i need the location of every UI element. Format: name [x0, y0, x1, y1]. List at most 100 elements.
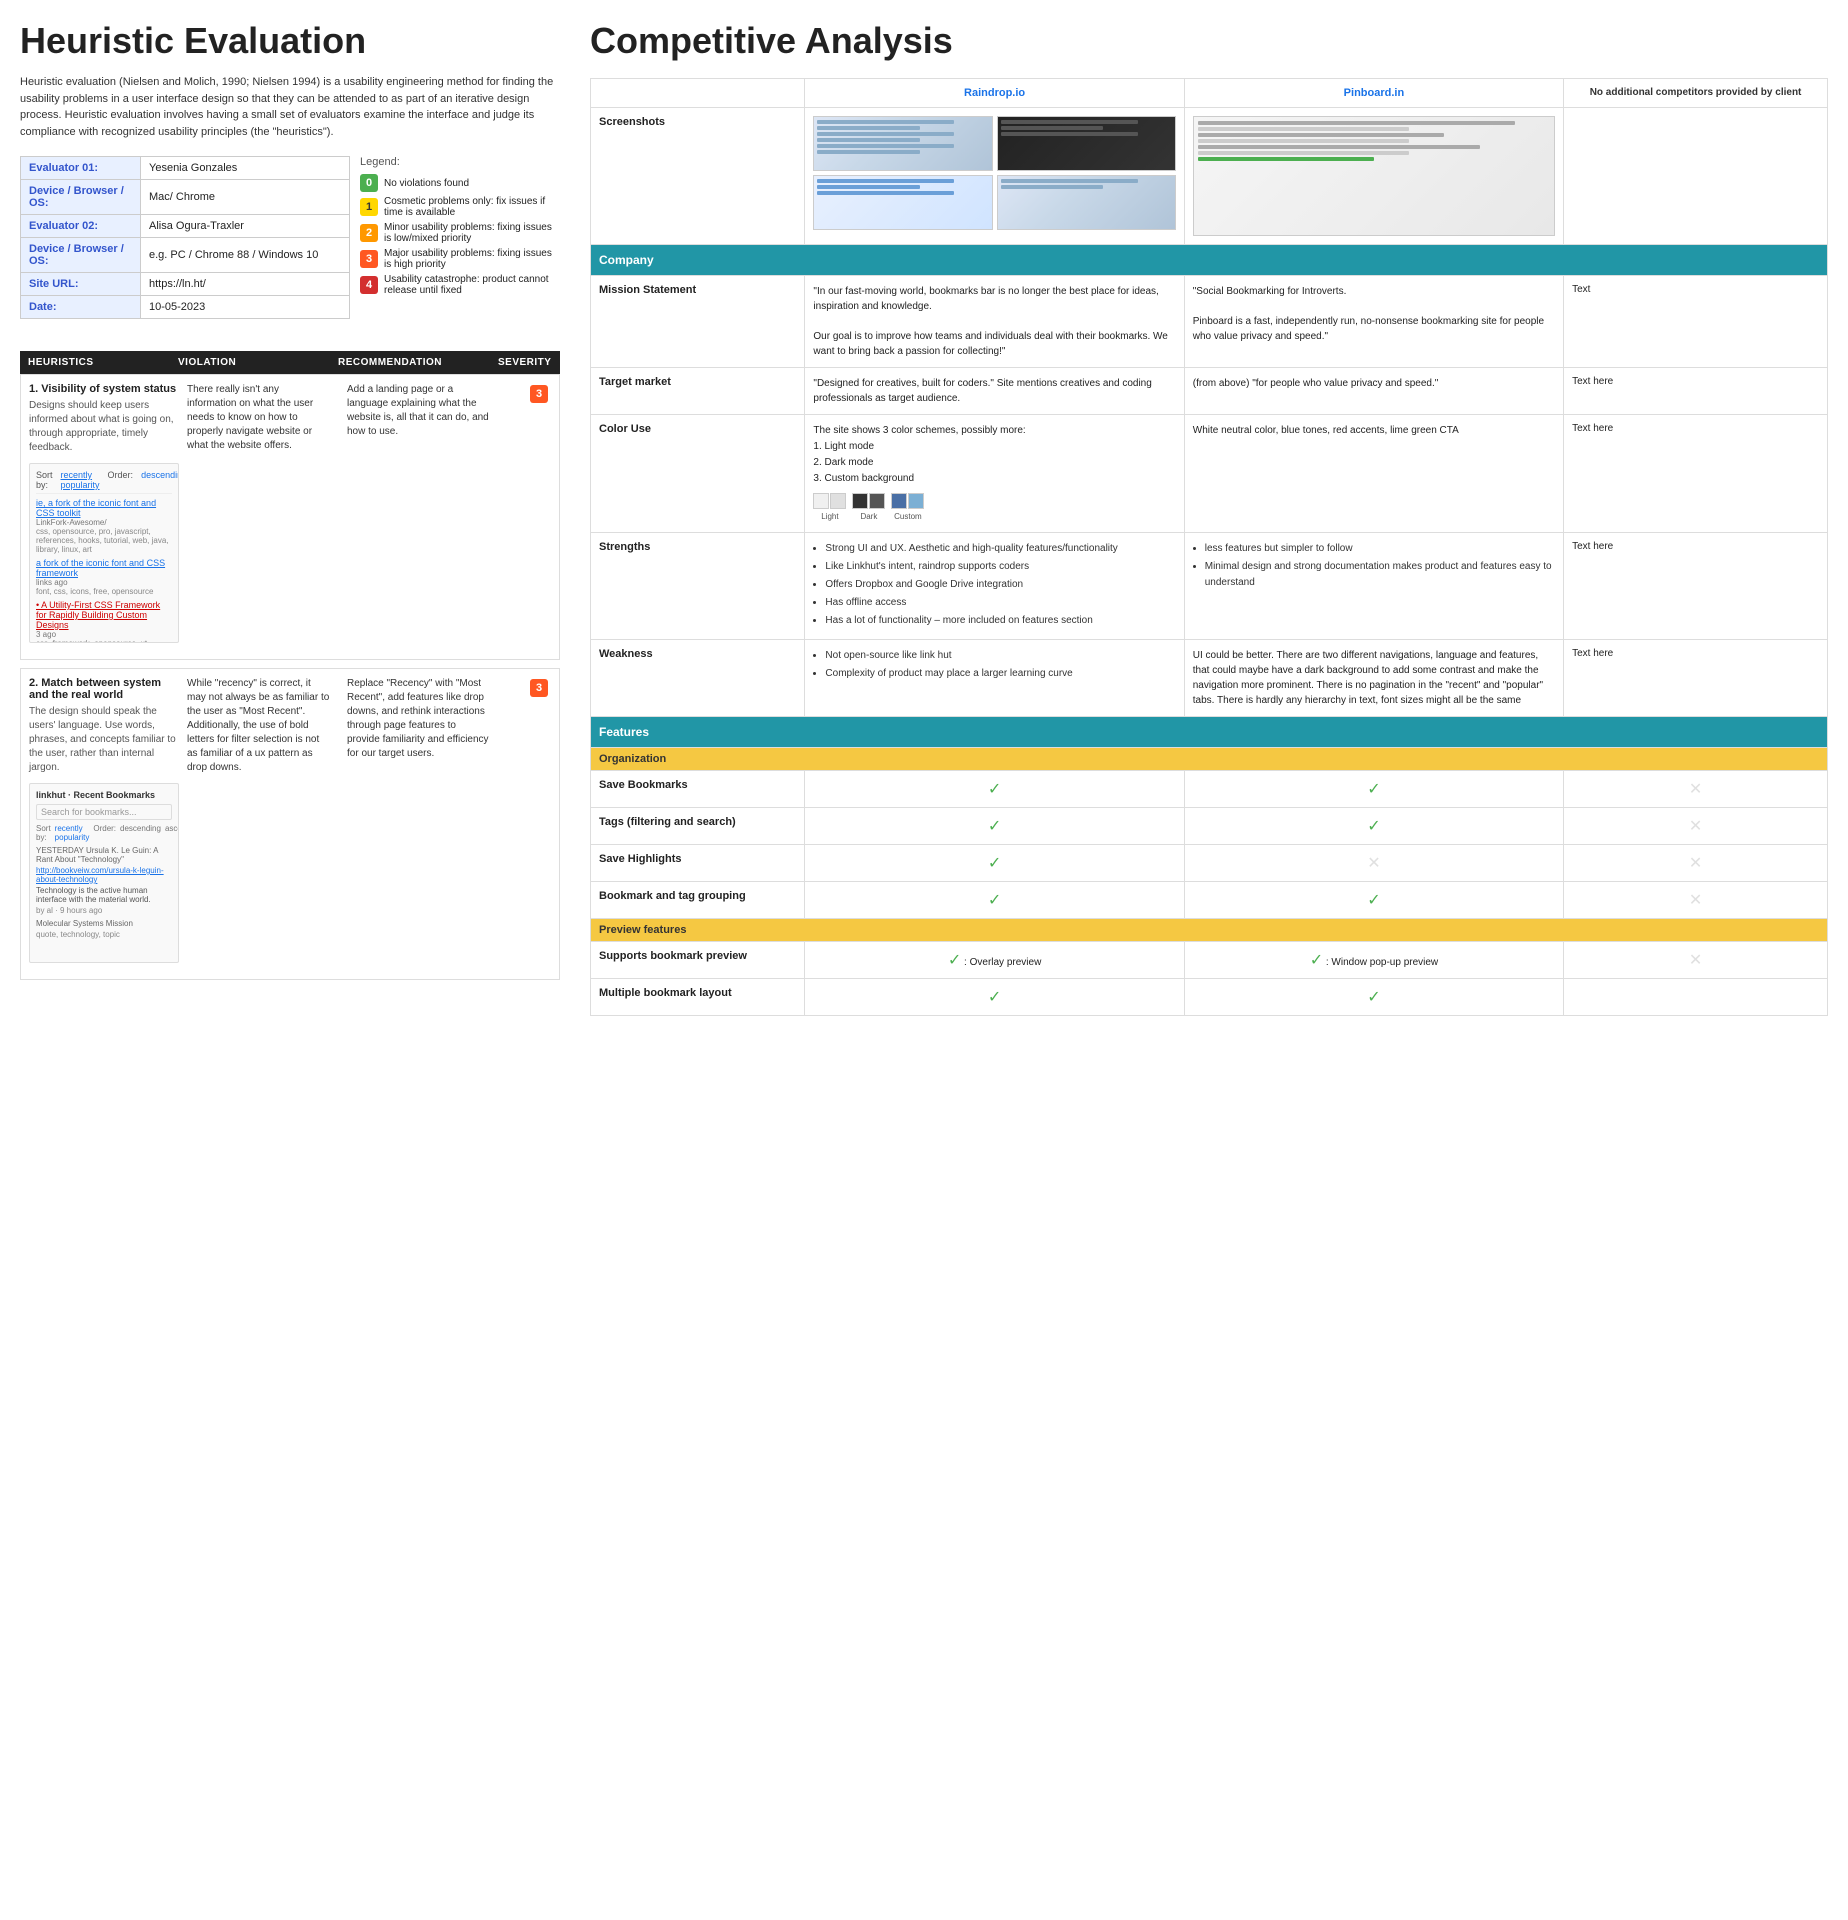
raindrop-screenshot-grid — [813, 116, 1175, 230]
evaluator-row-5: Date: 10-05-2023 — [21, 296, 350, 319]
evaluator-row-4: Site URL: https://ln.ht/ — [21, 273, 350, 296]
evaluator-value-5: 10-05-2023 — [141, 296, 350, 319]
raindrop-color: The site shows 3 color schemes, possibly… — [805, 415, 1184, 533]
tags-row: Tags (filtering and search) ✓ ✓ ✕ — [591, 807, 1828, 844]
pinboard-bookmark-preview: ✓ : Window pop-up preview — [1184, 941, 1563, 978]
evaluator-label-2: Evaluator 02: — [21, 215, 141, 238]
heuristic-severity-0: 3 — [499, 383, 579, 403]
heuristic-violation-0: There really isn't any information on wh… — [179, 383, 339, 453]
weakness-row: Weakness Not open-source like link hut C… — [591, 639, 1828, 716]
right-column: Competitive Analysis Raindrop.io Pinboar… — [590, 20, 1828, 1900]
mission-statement-row: Mission Statement "In our fast-moving wo… — [591, 276, 1828, 368]
ca-col-raindrop: Raindrop.io — [805, 79, 1184, 108]
preview-features-row: Preview features — [591, 918, 1828, 941]
no-competitor-mission: Text — [1564, 276, 1828, 368]
screenshots-row: Screenshots — [591, 108, 1828, 245]
no-competitor-tags: ✕ — [1564, 807, 1828, 844]
evaluator-value-2: Alisa Ogura-Traxler — [141, 215, 350, 238]
color-use-row: Color Use The site shows 3 color schemes… — [591, 415, 1828, 533]
legend-container: Legend: 0 No violations found 1 Cosmetic… — [360, 156, 560, 335]
screenshot-thumb-4 — [997, 175, 1176, 230]
pinboard-save-bookmarks: ✓ — [1184, 770, 1563, 807]
raindrop-multiple-layout: ✓ — [805, 978, 1184, 1015]
evaluator-row-3: Device / Browser / OS: e.g. PC / Chrome … — [21, 238, 350, 273]
no-competitor-multiple-layout — [1564, 978, 1828, 1015]
check-icon-3: ✓ — [988, 818, 1001, 835]
heuristic-mockup-1: linkhut · Recent Bookmarks Search for bo… — [29, 783, 179, 963]
legend-text-1: Cosmetic problems only: fix issues if ti… — [384, 196, 560, 218]
left-title: Heuristic Evaluation — [20, 20, 560, 62]
no-competitor-bookmark-grouping: ✕ — [1564, 881, 1828, 918]
heuristic-recommendation-0: Add a landing page or a language explain… — [339, 383, 499, 439]
custom-swatch-group: Custom — [891, 493, 924, 524]
header-heuristics: HEURISTICS — [28, 357, 178, 368]
competitive-analysis-table: Raindrop.io Pinboard.in No additional co… — [590, 78, 1828, 1016]
ca-col-pinboard: Pinboard.in — [1184, 79, 1563, 108]
strengths-row: Strengths Strong UI and UX. Aesthetic an… — [591, 532, 1828, 639]
severity-badge-1: 3 — [530, 679, 548, 697]
raindrop-weakness-list: Not open-source like link hut Complexity… — [813, 648, 1175, 682]
heuristics-header: HEURISTICS VIOLATION RECOMMENDATION SEVE… — [20, 351, 560, 374]
bookmark-preview-row: Supports bookmark preview ✓ : Overlay pr… — [591, 941, 1828, 978]
heuristic-mockup-0: Sort by: recently popularity Order: desc… — [29, 463, 179, 643]
company-section-header: Company — [591, 245, 1828, 276]
raindrop-screenshots — [805, 108, 1184, 245]
header-recommendation: RECOMMENDATION — [338, 357, 498, 368]
pinboard-strengths: less features but simpler to follow Mini… — [1184, 532, 1563, 639]
legend-badge-2: 2 — [360, 224, 378, 242]
heuristics-rows: 1. Visibility of system status Designs s… — [20, 374, 560, 980]
pinboard-screenshot-thumb — [1193, 116, 1555, 236]
raindrop-save-bookmarks: ✓ — [805, 770, 1184, 807]
heuristic-title-col-0: 1. Visibility of system status Designs s… — [29, 383, 179, 651]
legend-text-4: Usability catastrophe: product cannot re… — [384, 274, 560, 296]
legend-text-0: No violations found — [384, 178, 469, 189]
pinboard-screenshots — [1184, 108, 1563, 245]
evaluator-row-0: Evaluator 01: Yesenia Gonzales — [21, 157, 350, 180]
evaluator-label-1: Device / Browser / OS: — [21, 180, 141, 215]
legend-item-0: 0 No violations found — [360, 174, 560, 192]
color-swatches: Light Dark — [813, 493, 1175, 524]
pinboard-mission: "Social Bookmarking for Introverts.Pinbo… — [1184, 276, 1563, 368]
pinboard-multiple-layout: ✓ — [1184, 978, 1563, 1015]
legend-item-2: 2 Minor usability problems: fixing issue… — [360, 222, 560, 244]
evaluator-label-0: Evaluator 01: — [21, 157, 141, 180]
color-use-label: Color Use — [591, 415, 805, 533]
evaluator-table: Evaluator 01: Yesenia Gonzales Device / … — [20, 156, 350, 319]
raindrop-mission: "In our fast-moving world, bookmarks bar… — [805, 276, 1184, 368]
heuristic-top-0: 1. Visibility of system status Designs s… — [21, 375, 559, 659]
no-competitor-save-bookmarks: ✕ — [1564, 770, 1828, 807]
check-icon-9: ✓ — [1310, 952, 1323, 969]
check-icon-4: ✓ — [1367, 818, 1380, 835]
raindrop-strengths-list: Strong UI and UX. Aesthetic and high-qua… — [813, 541, 1175, 629]
legend-badge-0: 0 — [360, 174, 378, 192]
legend-text-3: Major usability problems: fixing issues … — [384, 248, 560, 270]
legend-badge-1: 1 — [360, 198, 378, 216]
bookmark-grouping-label: Bookmark and tag grouping — [591, 881, 805, 918]
raindrop-bookmark-preview: ✓ : Overlay preview — [805, 941, 1184, 978]
evaluator-label-5: Date: — [21, 296, 141, 319]
heuristic-row-1: 2. Match between system and the real wor… — [20, 668, 560, 980]
screenshot-thumb-1 — [813, 116, 992, 171]
features-section-label: Features — [591, 716, 1828, 747]
evaluator-value-0: Yesenia Gonzales — [141, 157, 350, 180]
x-icon-4: ✕ — [1689, 855, 1702, 872]
multiple-bookmark-layout-row: Multiple bookmark layout ✓ ✓ — [591, 978, 1828, 1015]
bookmark-preview-label: Supports bookmark preview — [591, 941, 805, 978]
legend-badge-4: 4 — [360, 276, 378, 294]
evaluator-value-3: e.g. PC / Chrome 88 / Windows 10 — [141, 238, 350, 273]
x-icon-2: ✕ — [1689, 818, 1702, 835]
no-competitor-screenshots — [1564, 108, 1828, 245]
no-competitor-bookmark-preview: ✕ — [1564, 941, 1828, 978]
x-icon-6: ✕ — [1689, 952, 1702, 969]
ca-col-empty — [591, 79, 805, 108]
tags-label: Tags (filtering and search) — [591, 807, 805, 844]
raindrop-weakness: Not open-source like link hut Complexity… — [805, 639, 1184, 716]
save-highlights-row: Save Highlights ✓ ✕ ✕ — [591, 844, 1828, 881]
no-competitor-color: Text here — [1564, 415, 1828, 533]
pinboard-strengths-list: less features but simpler to follow Mini… — [1193, 541, 1555, 591]
raindrop-save-highlights: ✓ — [805, 844, 1184, 881]
strengths-label: Strengths — [591, 532, 805, 639]
heuristic-row-0: 1. Visibility of system status Designs s… — [20, 374, 560, 660]
heuristic-top-1: 2. Match between system and the real wor… — [21, 669, 559, 979]
pinboard-target: (from above) "for people who value priva… — [1184, 368, 1563, 415]
